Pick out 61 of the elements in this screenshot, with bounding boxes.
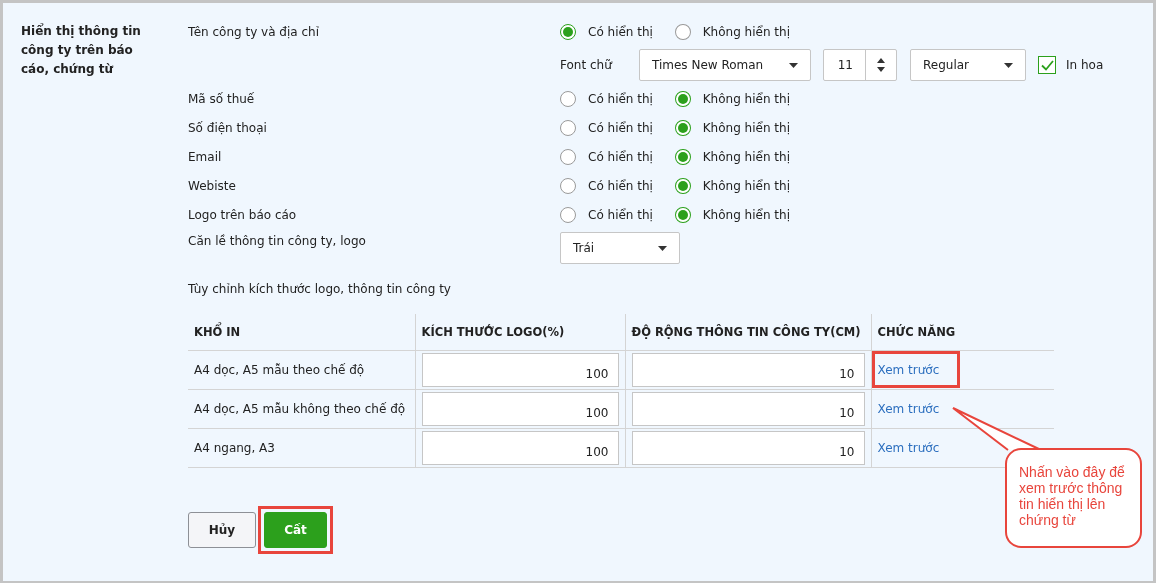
callout: Nhấn vào đây để xem trước thông tin hiển thị lên chứng từ (1005, 448, 1142, 548)
cancel-button[interactable]: Hủy (188, 512, 256, 548)
radio-label: Không hiển thị (702, 91, 790, 106)
column-header: CHỨC NĂNG (871, 314, 1054, 351)
radio-label: Có hiển thị (588, 24, 653, 39)
preview-link[interactable]: Xem trước (877, 402, 940, 416)
radio-label: Không hiển thị (702, 149, 790, 164)
radio-button[interactable] (560, 119, 576, 136)
field-label: Tên công ty và địa chỉ (188, 24, 320, 39)
field-label: Mã số thuế (188, 91, 256, 106)
radio-button[interactable] (675, 119, 691, 136)
radio-button[interactable] (560, 177, 576, 194)
font-family-select[interactable]: Times New Roman (639, 49, 811, 81)
radio-label: Có hiển thị (588, 91, 653, 106)
radio-label: Có hiển thị (588, 207, 653, 222)
column-header: ĐỘ RỘNG THÔNG TIN CÔNG TY(CM) (625, 314, 871, 351)
field-label: Logo trên báo cáo (188, 207, 298, 222)
table-cell: A4 dọc, A5 mẫu không theo chế độ (188, 389, 415, 429)
font-label: Font chữ (560, 58, 614, 72)
customize-label: Tùy chỉnh kích thước logo, thông tin công ty (188, 281, 452, 298)
input-field[interactable]: 100 (421, 431, 619, 465)
radio-label: Có hiển thị (588, 120, 653, 135)
radio-label: Có hiển thị (588, 178, 653, 193)
table-cell: A4 dọc, A5 mẫu theo chế độ (188, 350, 415, 390)
column-header: KHỔ IN (188, 314, 415, 351)
input-field[interactable]: 10 (631, 353, 865, 387)
alignment-select[interactable]: Trái (560, 232, 680, 264)
caret-icon (789, 62, 798, 68)
section-title: Hiển thị thông tin công ty trên báo cáo, chứng từ (21, 22, 142, 78)
radio-label: Không hiển thị (702, 178, 790, 193)
caret-icon (1004, 62, 1013, 68)
radio-label: Không hiển thị (702, 24, 790, 39)
caret-icon (658, 245, 667, 251)
radio-button[interactable] (560, 148, 576, 165)
radio-label: Không hiển thị (702, 207, 790, 222)
field-label: Căn lề thông tin công ty, logo (188, 233, 367, 248)
input-field[interactable]: 10 (631, 392, 865, 426)
table-cell: A4 ngang, A3 (188, 428, 415, 468)
preview-link[interactable]: Xem trước (877, 363, 940, 377)
radio-button[interactable] (560, 23, 576, 40)
radio-label: Có hiển thị (588, 149, 653, 164)
radio-label: Không hiển thị (702, 120, 790, 135)
radio-button[interactable] (560, 90, 576, 107)
column-header: KÍCH THƯỚC LOGO(%) (415, 314, 625, 351)
font-size-spinner[interactable]: 11 (823, 49, 897, 81)
radio-button[interactable] (675, 23, 691, 40)
input-field[interactable]: 100 (421, 353, 619, 387)
radio-button[interactable] (675, 177, 691, 194)
input-field[interactable]: 10 (631, 431, 865, 465)
font-style-select[interactable]: Regular (910, 49, 1026, 81)
radio-button[interactable] (675, 148, 691, 165)
field-label: Số điện thoại (188, 120, 268, 135)
preview-link[interactable]: Xem trước (877, 441, 940, 455)
radio-button[interactable] (560, 206, 576, 223)
field-label: Webiste (188, 178, 237, 193)
field-label: Email (188, 149, 223, 164)
checkbox-label: In hoa (1066, 58, 1104, 72)
checkbox[interactable] (1038, 56, 1056, 74)
radio-button[interactable] (675, 206, 691, 223)
input-field[interactable]: 100 (421, 392, 619, 426)
radio-button[interactable] (675, 90, 691, 107)
